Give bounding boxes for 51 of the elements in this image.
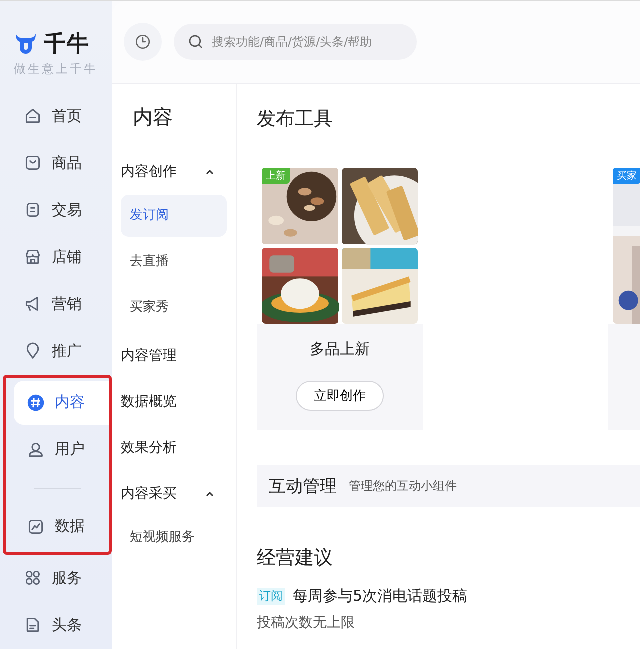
menu-group[interactable]: 内容创作 <box>121 149 227 195</box>
slogan: 做生意上千牛 <box>14 61 99 78</box>
menu-item[interactable]: 内容管理 <box>121 333 227 379</box>
sidebar-item[interactable]: 内容 <box>14 380 109 425</box>
sidebar-item[interactable]: 首页 <box>0 95 112 137</box>
section-title: 发布工具 <box>257 107 334 132</box>
badge: 上新 <box>262 168 290 184</box>
receipt-icon <box>24 201 42 220</box>
menu-item[interactable]: 去直播 <box>121 241 227 283</box>
menu-group[interactable]: 内容采买 <box>121 471 227 517</box>
menu-item[interactable]: 效果分析 <box>121 425 227 471</box>
sidebar-item[interactable]: 交易 <box>0 190 112 231</box>
search-icon <box>188 34 204 50</box>
search-field[interactable]: 搜索功能/商品/货源/头条/帮助 <box>174 24 417 60</box>
hash-icon <box>27 394 45 412</box>
history-button[interactable] <box>124 23 162 61</box>
menu-item[interactable]: 短视频服务 <box>121 517 227 559</box>
home-icon <box>24 107 42 125</box>
caret-icon <box>205 167 215 177</box>
sidebar-item[interactable]: 数据 <box>6 504 109 549</box>
store-icon <box>24 248 42 266</box>
user-icon <box>27 440 45 459</box>
sidebar-item[interactable]: 店铺 <box>0 236 112 278</box>
logo-name: 千牛 <box>44 31 90 59</box>
sidebar-item[interactable]: 用户 <box>6 428 109 472</box>
caret-icon <box>205 489 215 499</box>
sidebar-item[interactable]: 服务 <box>0 558 112 599</box>
badge: 买家 <box>613 168 640 184</box>
sidebar-item[interactable]: 商品 <box>0 142 112 184</box>
card-title: 多品上新 <box>310 340 370 359</box>
sidebar-item[interactable]: 头条 <box>0 604 112 646</box>
bull-logo-icon <box>14 32 38 56</box>
tag: 订阅 <box>257 588 285 605</box>
menu-item[interactable]: 买家秀 <box>121 287 227 329</box>
clock-icon <box>135 34 151 50</box>
panel-description: 管理您的互动小组件 <box>349 478 457 494</box>
menu-item[interactable]: 发订阅 <box>121 195 227 237</box>
document-icon <box>24 616 42 634</box>
grid-icon <box>24 569 42 588</box>
sidebar-item[interactable]: 营销 <box>0 284 112 325</box>
advice-detail: 投稿次数无上限 <box>257 614 356 632</box>
location-pin-icon <box>24 342 42 360</box>
panel-title: 互动管理 <box>269 476 337 498</box>
section-title: 内容 <box>133 104 174 131</box>
sidebar-item[interactable]: 推广 <box>0 330 112 372</box>
chart-icon <box>27 518 45 536</box>
section-title: 经营建议 <box>257 546 334 571</box>
menu-item[interactable]: 数据概览 <box>121 379 227 425</box>
advice-title: 每周参与5次消电话题投稿 <box>293 587 468 606</box>
bag-icon <box>24 154 42 172</box>
create-button[interactable]: 立即创作 <box>296 381 384 411</box>
